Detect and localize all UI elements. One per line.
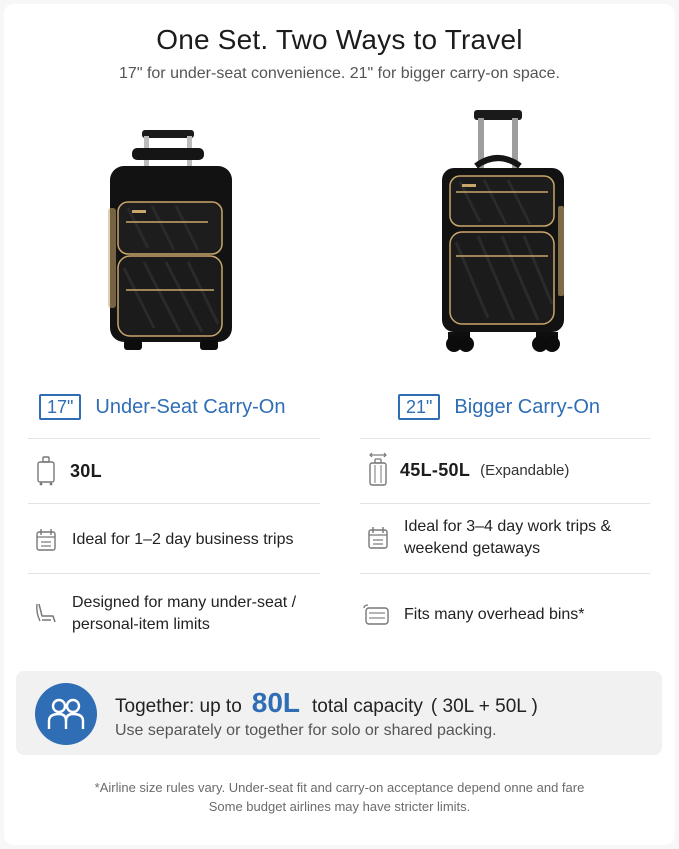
suitcase-icon bbox=[34, 456, 58, 486]
underseat-fit-line1: Designed for many under-seat / bbox=[72, 594, 297, 611]
calendar-icon bbox=[366, 523, 390, 553]
two-people-icon bbox=[35, 683, 97, 745]
divider bbox=[28, 503, 320, 504]
underseat-capacity-row: 30L bbox=[34, 456, 102, 486]
underseat-bag-image bbox=[104, 128, 238, 354]
banner-note: Use separately or together for solo or s… bbox=[115, 722, 497, 739]
carryon-trips-text: Ideal for 3–4 day work trips & weekend g… bbox=[404, 516, 611, 560]
divider bbox=[360, 438, 650, 439]
footnote-line1: *Airline size rules vary. Under-seat fit… bbox=[94, 780, 585, 795]
divider bbox=[28, 573, 320, 574]
carryon-trips-line1: Ideal for 3–4 day work trips & bbox=[404, 518, 612, 535]
carryon-fit: Fits many overhead bins* bbox=[404, 606, 585, 623]
underseat-capacity: 30L bbox=[70, 460, 102, 481]
underseat-trips-row: Ideal for 1–2 day business trips bbox=[34, 525, 293, 555]
divider bbox=[360, 573, 650, 574]
overhead-bin-icon bbox=[362, 600, 390, 630]
carryon-fit-row: Fits many overhead bins* bbox=[362, 600, 585, 630]
page-title: One Set. Two Ways to Travel bbox=[156, 24, 523, 55]
size-badge-17: 17" bbox=[39, 394, 82, 420]
seat-icon bbox=[34, 599, 58, 629]
banner-suffix: total capacity bbox=[312, 696, 423, 717]
banner-amount: 80L bbox=[251, 687, 301, 718]
carryon-trips-row: Ideal for 3–4 day work trips & weekend g… bbox=[366, 516, 611, 560]
carryon-trips-line2: weekend getaways bbox=[404, 540, 541, 557]
carryon-header: 21" Bigger Carry-On bbox=[398, 392, 600, 422]
underseat-title: Under-Seat Carry-On bbox=[95, 395, 286, 418]
banner-prefix: Together: up to bbox=[115, 696, 242, 717]
divider bbox=[360, 503, 650, 504]
underseat-fit-text: Designed for many under-seat / personal-… bbox=[72, 592, 296, 636]
total-capacity-banner: Together: up to 80L total capacity ( 30L… bbox=[16, 671, 662, 755]
underseat-header: 17" Under-Seat Carry-On bbox=[39, 392, 285, 422]
size-badge-21: 21" bbox=[398, 394, 441, 420]
underseat-fit-row: Designed for many under-seat / personal-… bbox=[34, 592, 296, 636]
carryon-capacity-note: (Expandable) bbox=[480, 461, 570, 479]
carryon-title: Bigger Carry-On bbox=[454, 395, 601, 418]
banner-breakdown: ( 30L + 50L ) bbox=[430, 696, 538, 717]
carryon-bag-image bbox=[438, 106, 568, 356]
banner-headline: Together: up to 80L total capacity ( 30L… bbox=[115, 687, 538, 719]
calendar-icon bbox=[34, 525, 58, 555]
carryon-capacity: 45L-50L bbox=[400, 459, 471, 480]
carryon-capacity-row: 45L-50L (Expandable) bbox=[366, 452, 569, 488]
underseat-trips: Ideal for 1–2 day business trips bbox=[72, 531, 294, 548]
footnote-line2: Some budget airlines may have stricter l… bbox=[208, 799, 471, 814]
underseat-fit-line2: personal-item limits bbox=[72, 616, 210, 633]
expandable-suitcase-icon bbox=[366, 452, 390, 488]
divider bbox=[28, 438, 320, 439]
page-subtitle: 17" for under-seat convenience. 21" for … bbox=[119, 65, 560, 82]
